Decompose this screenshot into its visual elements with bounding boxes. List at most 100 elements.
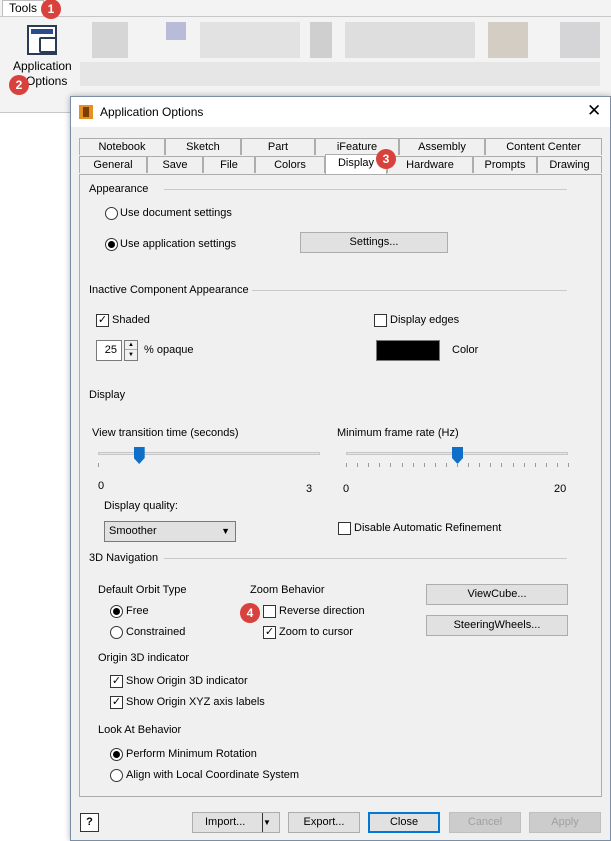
export-button[interactable]: Export... bbox=[288, 812, 360, 833]
slider-tick bbox=[445, 463, 447, 467]
cancel-button[interactable]: Cancel bbox=[449, 812, 521, 833]
zoom-behavior-heading: Zoom Behavior bbox=[250, 584, 325, 596]
tab-drawing[interactable]: Drawing bbox=[537, 156, 602, 173]
show-xyz-labels-checkbox[interactable]: ✓ bbox=[110, 696, 123, 709]
callout-badge-1: 1 bbox=[41, 0, 61, 19]
zoom-to-cursor-checkbox[interactable]: ✓ bbox=[263, 626, 276, 639]
view-transition-thumb[interactable] bbox=[133, 447, 145, 464]
slider-tick bbox=[568, 463, 569, 467]
appearance-settings-button[interactable]: Settings... bbox=[300, 232, 448, 253]
tab-colors[interactable]: Colors bbox=[255, 156, 325, 173]
display-quality-select[interactable]: Smoother ▼ bbox=[104, 521, 236, 542]
display-heading: Display bbox=[89, 389, 126, 401]
appearance-divider bbox=[164, 189, 567, 190]
use-application-settings-radio[interactable] bbox=[105, 238, 118, 251]
tab-assembly[interactable]: Assembly bbox=[399, 138, 485, 155]
3d-navigation-heading: 3D Navigation bbox=[89, 552, 159, 564]
slider-tick bbox=[490, 463, 492, 467]
orbit-free-radio[interactable] bbox=[110, 605, 123, 618]
opacity-stepper[interactable]: ▲ ▼ bbox=[124, 340, 138, 361]
close-icon[interactable]: ✕ bbox=[587, 102, 601, 120]
tab-general[interactable]: General bbox=[79, 156, 147, 173]
slider-tick bbox=[346, 463, 347, 467]
show-xyz-labels-label: Show Origin XYZ axis labels bbox=[126, 696, 265, 708]
callout-badge-4: 4 bbox=[240, 603, 260, 623]
application-options-label-line1: Application bbox=[13, 59, 72, 73]
slider-tick bbox=[512, 463, 514, 467]
slider-tick bbox=[523, 463, 525, 467]
inactive-component-heading: Inactive Component Appearance bbox=[89, 284, 249, 296]
tab-part[interactable]: Part bbox=[241, 138, 315, 155]
application-options-label-line2: Options bbox=[26, 74, 68, 88]
min-frame-rate-max: 20 bbox=[554, 483, 567, 495]
viewcube-button[interactable]: ViewCube... bbox=[426, 584, 568, 605]
tab-row-1: Notebook Sketch Part iFeature Assembly C… bbox=[79, 138, 602, 155]
tab-hardware[interactable]: Hardware bbox=[387, 156, 473, 173]
slider-tick bbox=[412, 463, 414, 467]
min-frame-rate-thumb[interactable] bbox=[452, 447, 463, 464]
appearance-heading: Appearance bbox=[89, 183, 149, 195]
slider-tick bbox=[390, 463, 392, 467]
orbit-free-label: Free bbox=[126, 605, 149, 617]
help-icon[interactable]: ? bbox=[80, 813, 99, 832]
perform-min-rotation-radio[interactable] bbox=[110, 748, 123, 761]
align-local-cs-radio[interactable] bbox=[110, 769, 123, 782]
slider-tick bbox=[534, 463, 536, 467]
tab-save[interactable]: Save bbox=[147, 156, 203, 173]
import-label: Import... bbox=[205, 816, 246, 828]
display-edges-checkbox[interactable] bbox=[374, 314, 387, 327]
import-dropdown-icon[interactable]: ▼ bbox=[262, 813, 279, 832]
min-frame-rate-label: Minimum frame rate (Hz) bbox=[337, 427, 459, 439]
show-origin-checkbox[interactable]: ✓ bbox=[110, 675, 123, 688]
inactive-component-divider bbox=[252, 290, 567, 291]
shaded-label: Shaded bbox=[112, 314, 150, 326]
tools-tab[interactable]: Tools bbox=[2, 0, 44, 16]
orbit-constrained-radio[interactable] bbox=[110, 626, 123, 639]
stepper-up-icon[interactable]: ▲ bbox=[125, 341, 137, 350]
reverse-direction-checkbox[interactable] bbox=[263, 605, 276, 618]
close-button[interactable]: Close bbox=[368, 812, 440, 833]
inactive-color-label: Color bbox=[452, 344, 479, 356]
tab-content-center[interactable]: Content Center bbox=[485, 138, 602, 155]
slider-tick bbox=[434, 463, 436, 467]
view-transition-max: 3 bbox=[306, 483, 313, 495]
import-split-button[interactable]: Import... ▼ bbox=[192, 812, 280, 833]
tab-file[interactable]: File bbox=[203, 156, 255, 173]
view-transition-min: 0 bbox=[98, 480, 105, 492]
shaded-checkbox[interactable]: ✓ bbox=[96, 314, 109, 327]
application-options-icon bbox=[27, 25, 57, 55]
tab-sketch[interactable]: Sketch bbox=[165, 138, 241, 155]
view-transition-slider[interactable] bbox=[98, 447, 320, 475]
use-document-settings-label: Use document settings bbox=[120, 207, 232, 219]
dialog-title: Application Options bbox=[100, 105, 204, 119]
inactive-color-swatch[interactable] bbox=[376, 340, 440, 361]
align-local-cs-label: Align with Local Coordinate System bbox=[126, 769, 300, 781]
reverse-direction-label: Reverse direction bbox=[279, 605, 365, 617]
3d-navigation-divider bbox=[164, 558, 567, 559]
use-document-settings-radio[interactable] bbox=[105, 207, 118, 220]
origin-indicator-heading: Origin 3D indicator bbox=[98, 652, 190, 664]
orbit-constrained-label: Constrained bbox=[126, 626, 186, 638]
chevron-down-icon: ▼ bbox=[221, 526, 230, 536]
view-transition-label: View transition time (seconds) bbox=[92, 427, 239, 439]
callout-badge-2: 2 bbox=[9, 75, 29, 95]
callout-badge-3: 3 bbox=[376, 149, 396, 169]
slider-tick bbox=[357, 463, 359, 467]
min-frame-rate-slider[interactable] bbox=[346, 447, 569, 475]
dialog-titlebar[interactable]: Application Options ✕ bbox=[71, 97, 610, 127]
orbit-type-heading: Default Orbit Type bbox=[98, 584, 187, 596]
apply-button[interactable]: Apply bbox=[529, 812, 601, 833]
opacity-input[interactable]: 25 bbox=[96, 340, 122, 361]
slider-tick bbox=[368, 463, 370, 467]
slider-tick bbox=[401, 463, 403, 467]
ribbon-divider bbox=[0, 16, 611, 17]
display-quality-value: Smoother bbox=[109, 525, 157, 537]
steeringwheels-button[interactable]: SteeringWheels... bbox=[426, 615, 568, 636]
tab-prompts[interactable]: Prompts bbox=[473, 156, 537, 173]
application-options-dialog: Application Options ✕ Notebook Sketch Pa… bbox=[70, 96, 611, 841]
stepper-down-icon[interactable]: ▼ bbox=[125, 351, 137, 360]
disable-refinement-checkbox[interactable] bbox=[338, 522, 351, 535]
use-application-settings-label: Use application settings bbox=[120, 238, 237, 250]
tab-notebook[interactable]: Notebook bbox=[79, 138, 165, 155]
opacity-label: % opaque bbox=[144, 344, 194, 356]
